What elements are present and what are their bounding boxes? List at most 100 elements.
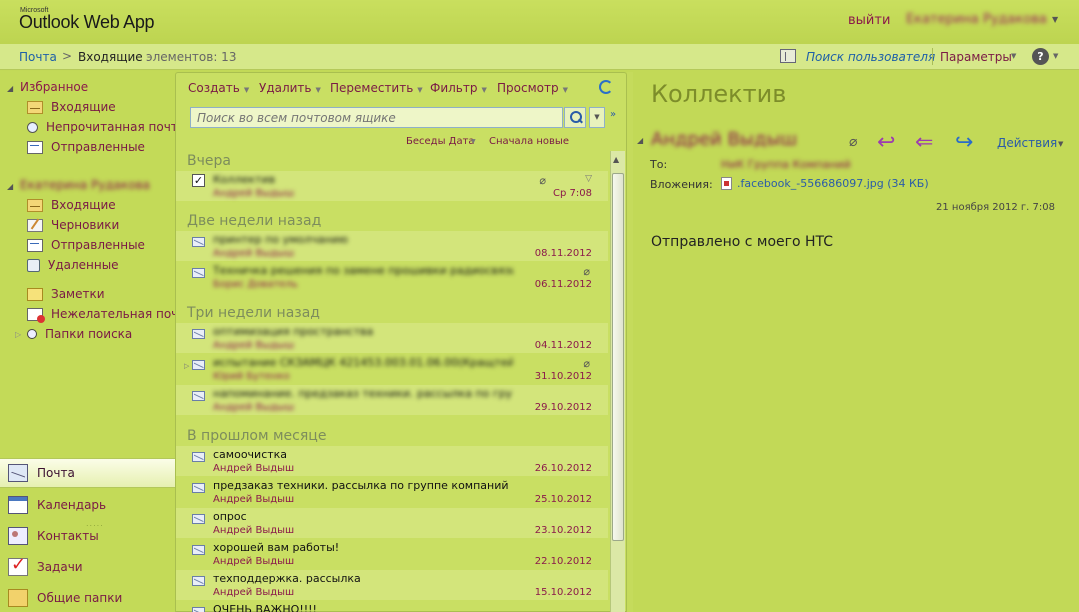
favorites-inbox[interactable]: Входящие — [27, 98, 116, 116]
find-user-link[interactable]: Поиск пользователя — [806, 50, 935, 64]
folder-sent[interactable]: Отправленные — [27, 236, 145, 254]
module-public-folders[interactable]: Общие папки — [0, 583, 175, 612]
favorites-unread[interactable]: Непрочитанная почта — [27, 118, 185, 136]
module-label: Контакты — [37, 529, 99, 543]
folder-notes[interactable]: Заметки — [27, 285, 105, 303]
group-heading: Вчера — [187, 153, 231, 169]
chevron-down-icon[interactable]: ▼ — [1053, 52, 1058, 60]
mailbox-group[interactable]: ◢ Екатерина Рудакова — [7, 178, 150, 192]
folder-search-folders[interactable]: ▷ Папки поиска — [15, 325, 132, 343]
collapse-triangle-icon[interactable]: ◢ — [637, 136, 643, 145]
checkbox[interactable]: ✓ — [192, 174, 205, 187]
folder-drafts[interactable]: Черновики — [27, 216, 119, 234]
search-folder-icon — [27, 329, 37, 339]
list-item[interactable]: самоочистка Андрей Выдыш 26.10.2012 — [176, 446, 608, 476]
chevron-down-icon[interactable]: ▼ — [1052, 15, 1058, 24]
message-subject: принтер по умолчанию — [213, 233, 348, 246]
search-scope-dropdown[interactable]: ▼ — [589, 107, 605, 128]
list-item[interactable]: опрос Андрей Выдыш 23.10.2012 — [176, 508, 608, 538]
expand-search-icon[interactable]: » — [610, 109, 616, 120]
chevron-down-icon[interactable]: ▼ — [417, 86, 422, 94]
collapse-triangle-icon[interactable]: ◢ — [7, 182, 15, 191]
refresh-icon[interactable] — [599, 80, 613, 94]
message-subject: испытание СКЗАМЦК 421453.003.01.06.00(Кр… — [213, 356, 513, 369]
item-count: элементов: 13 — [146, 50, 237, 64]
create-button[interactable]: Создать ▼ — [188, 81, 249, 95]
message-subject: предзаказ техники. рассылка по группе ко… — [213, 479, 509, 492]
envelope-icon — [192, 483, 205, 493]
delete-button[interactable]: Удалить ▼ — [259, 81, 321, 95]
module-mail[interactable]: Почта — [0, 458, 175, 488]
logout-link[interactable]: выйти — [848, 13, 890, 28]
message-date: 25.10.2012 — [534, 494, 592, 505]
list-item[interactable]: хорошей вам работы! Андрей Выдыш 22.10.2… — [176, 539, 608, 569]
list-item[interactable]: оптимизация пространства Андрей Выдыш 04… — [176, 323, 608, 353]
list-item[interactable]: ОЧЕНЬ ВАЖНО!!!! — [176, 601, 608, 612]
breadcrumb-bar: Почта > Входящие элементов: 13 Поиск пол… — [0, 44, 1079, 70]
move-button[interactable]: Переместить ▼ — [330, 81, 423, 95]
help-icon[interactable]: ? — [1032, 48, 1049, 65]
reply-icon[interactable]: ↩ — [877, 130, 895, 155]
scrollbar-thumb[interactable] — [612, 173, 624, 541]
forward-icon[interactable]: ↪ — [955, 130, 973, 155]
message-date: 06.11.2012 — [534, 279, 592, 290]
breadcrumb-mail[interactable]: Почта — [19, 50, 57, 64]
favorites-sent[interactable]: Отправленные — [27, 138, 145, 156]
module-contacts[interactable]: Контакты — [0, 521, 175, 551]
chevron-down-icon[interactable]: ▼ — [563, 86, 568, 94]
list-item[interactable]: напоминание. предзаказ техники. рассылка… — [176, 385, 608, 415]
message-subject: хорошей вам работы! — [213, 541, 340, 554]
list-item[interactable]: предзаказ техники. рассылка по группе ко… — [176, 477, 608, 507]
message-date: 08.11.2012 — [534, 248, 592, 259]
folder-label: Отправленные — [51, 238, 145, 252]
chevron-down-icon[interactable]: ▼ — [1058, 140, 1063, 148]
actions-menu[interactable]: Действия — [997, 136, 1057, 150]
image-file-icon — [721, 177, 732, 190]
list-scrollbar[interactable]: ▲ — [610, 151, 625, 612]
chevron-down-icon[interactable]: ▼ — [1011, 52, 1016, 60]
expand-triangle-icon[interactable]: ▷ — [15, 330, 21, 339]
chevron-down-icon[interactable]: ▼ — [316, 86, 321, 94]
to-recipient[interactable]: НиК Группа Компаний — [721, 158, 851, 171]
breadcrumb-current-folder: Входящие — [78, 50, 143, 64]
folder-deleted[interactable]: Удаленные — [27, 256, 119, 274]
sender-name[interactable]: Андрей Выдыш — [651, 129, 797, 150]
chevron-down-icon[interactable]: ▼ — [471, 138, 476, 145]
search-icon[interactable] — [564, 107, 586, 128]
envelope-icon — [192, 360, 205, 370]
list-item[interactable]: принтер по умолчанию Андрей Выдыш 08.11.… — [176, 231, 608, 261]
sort-by-button[interactable]: Беседы Дата — [406, 136, 475, 147]
address-book-icon[interactable] — [780, 49, 796, 63]
group-heading: В прошлом месяце — [187, 428, 327, 444]
list-item[interactable]: Техничка решения по замене прошивки ради… — [176, 262, 608, 292]
filter-button[interactable]: Фильтр ▼ — [430, 81, 487, 95]
message-date: 23.10.2012 — [534, 525, 592, 536]
reply-all-icon[interactable]: ⇐ — [915, 130, 933, 155]
chevron-down-icon[interactable]: ▼ — [244, 86, 249, 94]
flag-icon[interactable]: ▽ — [585, 174, 592, 184]
list-item[interactable]: ▷ испытание СКЗАМЦК 421453.003.01.06.00(… — [176, 354, 608, 384]
folder-junk[interactable]: Нежелательная почта — [27, 305, 193, 323]
favorites-group[interactable]: ◢ Избранное — [7, 80, 88, 94]
module-calendar[interactable]: Календарь — [0, 490, 175, 520]
list-item[interactable]: ✓ Коллектив ⌀ ▽ Андрей Выдыш Ср 7:08 — [176, 171, 608, 201]
group-heading: Три недели назад — [187, 305, 320, 321]
sort-order-button[interactable]: Сначала новые — [489, 136, 569, 147]
folder-label: Непрочитанная почта — [46, 120, 186, 134]
attachment-link[interactable]: .facebook_-556686097.jpg (34 КБ) — [737, 177, 929, 190]
module-tasks[interactable]: Задачи — [0, 552, 175, 582]
folder-inbox[interactable]: Входящие — [27, 196, 116, 214]
view-button[interactable]: Просмотр ▼ — [497, 81, 568, 95]
expand-conversation-icon[interactable]: ▷ — [184, 362, 189, 370]
user-name[interactable]: Екатерина Рудакова — [906, 12, 1047, 27]
group-heading: Две недели назад — [187, 213, 322, 229]
list-item[interactable]: техподдержка. рассылка Андрей Выдыш 15.1… — [176, 570, 608, 600]
mailbox-owner: Екатерина Рудакова — [20, 178, 150, 192]
search-input[interactable] — [190, 107, 563, 128]
options-menu[interactable]: Параметры — [940, 50, 1012, 64]
message-sender: Андрей Выдыш — [213, 248, 295, 259]
scroll-up-icon[interactable]: ▲ — [613, 155, 619, 164]
message-subject: ОЧЕНЬ ВАЖНО!!!! — [213, 603, 317, 612]
chevron-down-icon[interactable]: ▼ — [481, 86, 486, 94]
collapse-triangle-icon[interactable]: ◢ — [7, 84, 15, 93]
